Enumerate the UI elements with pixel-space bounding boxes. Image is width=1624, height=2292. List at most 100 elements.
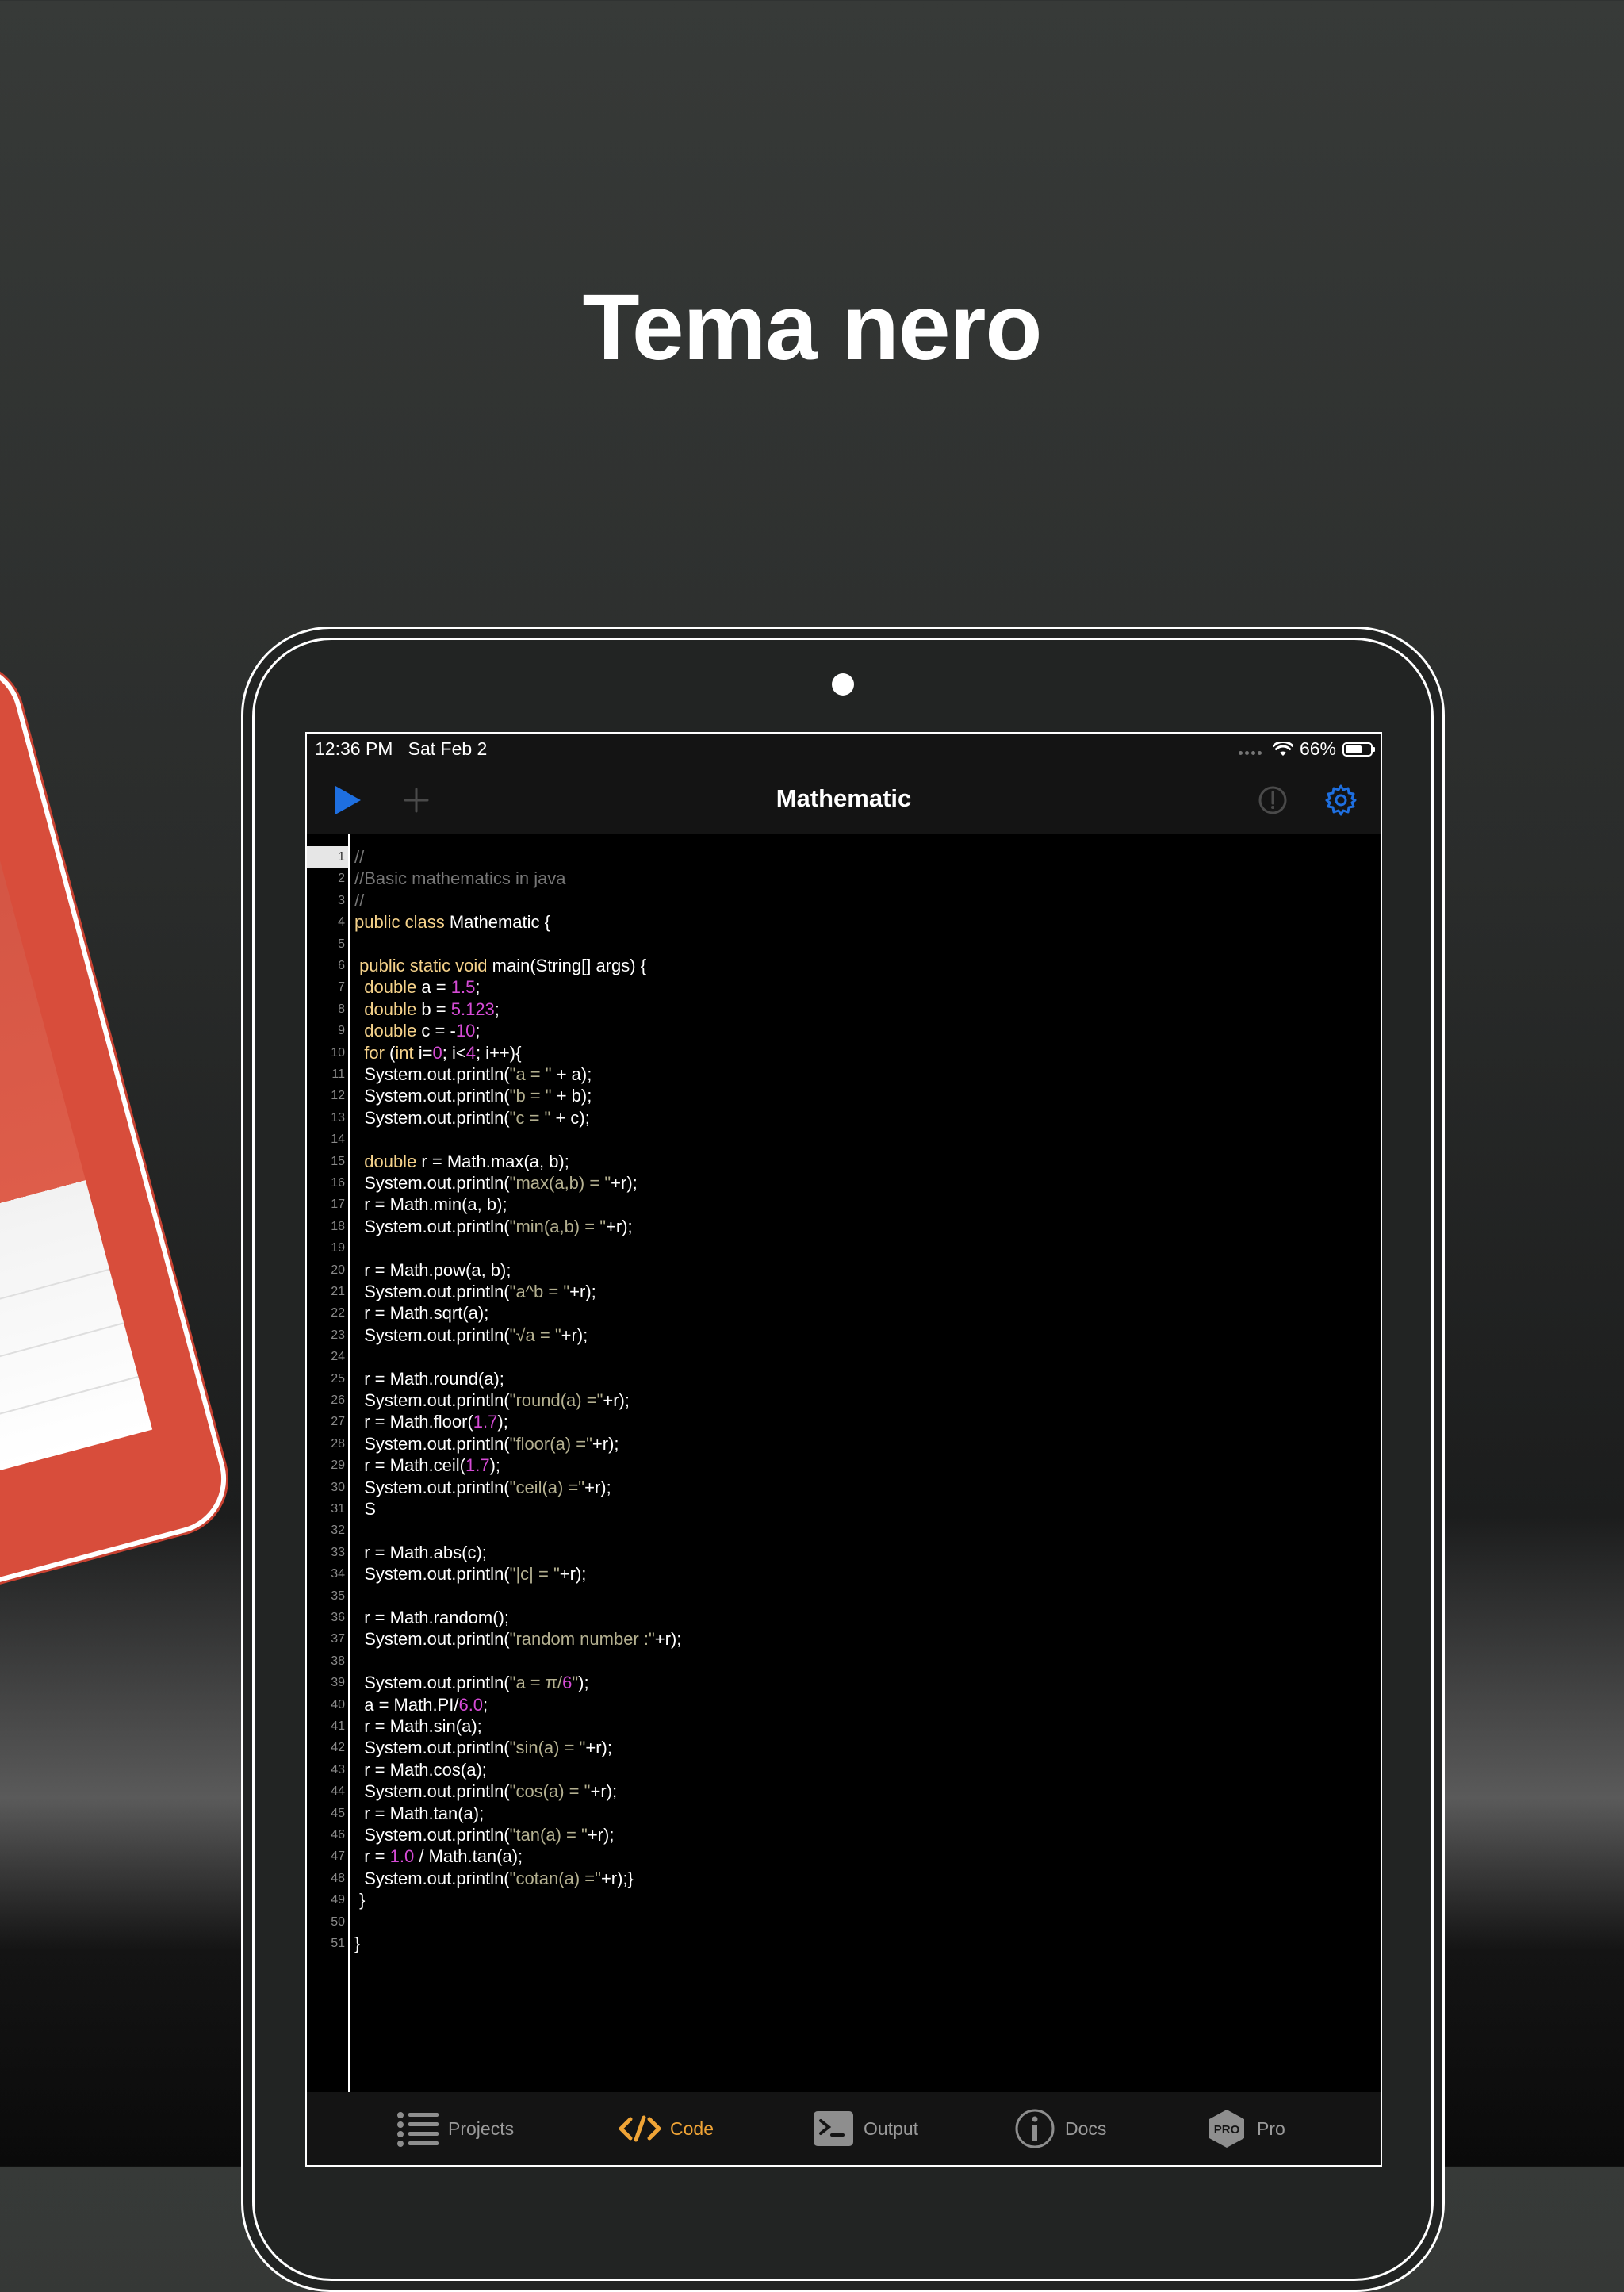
code-line[interactable]: 13 System.out.println("c = " + c); — [331, 1107, 1381, 1129]
code-text: double c = -10; — [364, 1021, 481, 1041]
line-number: 22 — [331, 1306, 345, 1320]
status-date: Sat Feb 2 — [408, 738, 488, 759]
code-line[interactable]: 34 System.out.println("|c| = "+r); — [331, 1563, 1381, 1585]
code-line[interactable]: 14 — [331, 1129, 1381, 1150]
line-number: 49 — [331, 1893, 345, 1907]
code-line[interactable]: 31 S — [331, 1498, 1381, 1520]
code-text: double a = 1.5; — [364, 977, 481, 998]
line-number: 37 — [331, 1632, 345, 1646]
code-line[interactable]: 47 r = 1.0 / Math.tan(a); — [331, 1845, 1381, 1867]
line-number: 11 — [331, 1067, 345, 1081]
app-screen: 12:36 PM Sat Feb 2 66% Mathematic 1 // 2… — [305, 732, 1382, 2167]
project-title: Mathematic — [776, 784, 912, 812]
info-icon — [1015, 2109, 1055, 2148]
code-line[interactable]: 6 public static void main(String[] args)… — [338, 955, 1381, 976]
tab-output[interactable]: Output — [811, 2108, 918, 2149]
code-line[interactable]: 19 — [331, 1237, 1381, 1259]
code-line[interactable]: 33 r = Math.abs(c); — [331, 1542, 1381, 1563]
code-line[interactable]: 42 System.out.println("sin(a) = "+r); — [331, 1737, 1381, 1758]
code-line[interactable]: 15 double r = Math.max(a, b); — [331, 1151, 1381, 1172]
code-line[interactable]: 30 System.out.println("ceil(a) ="+r); — [331, 1477, 1381, 1498]
code-line[interactable]: 3 // — [338, 890, 1381, 911]
code-line[interactable]: 4 public class Mathematic { — [338, 911, 1381, 933]
code-line[interactable]: 2 //Basic mathematics in java — [338, 868, 1381, 889]
code-text: r = Math.pow(a, b); — [354, 1259, 511, 1280]
code-line[interactable]: 12 System.out.println("b = " + b); — [331, 1085, 1381, 1106]
code-line[interactable]: 21 System.out.println("a^b = "+r); — [331, 1281, 1381, 1302]
code-line[interactable]: 16 System.out.println("max(a,b) = "+r); — [331, 1172, 1381, 1194]
code-line[interactable]: 20 r = Math.pow(a, b); — [331, 1259, 1381, 1281]
code-text: System.out.println("c = " + c); — [354, 1107, 590, 1128]
line-number: 16 — [331, 1176, 345, 1190]
code-line[interactable]: 43 r = Math.cos(a); — [331, 1759, 1381, 1780]
code-line[interactable]: 39 System.out.println("a = π/6"); — [331, 1672, 1381, 1693]
code-line[interactable]: 44 System.out.println("cos(a) = "+r); — [331, 1780, 1381, 1802]
wifi-icon — [1272, 741, 1293, 756]
status-bar: 12:36 PM Sat Feb 2 66% — [307, 734, 1381, 765]
code-line[interactable]: 38 — [331, 1650, 1381, 1672]
code-line[interactable]: 18 System.out.println("min(a,b) = "+r); — [331, 1216, 1381, 1237]
settings-gear-icon[interactable] — [1323, 783, 1358, 818]
warning-icon[interactable] — [1255, 783, 1290, 818]
tab-projects[interactable]: Projects — [396, 2108, 514, 2149]
code-line[interactable]: 25 r = Math.round(a); — [331, 1368, 1381, 1389]
code-line[interactable]: 35 — [331, 1585, 1381, 1607]
code-line[interactable]: 50 — [331, 1911, 1381, 1933]
code-line[interactable]: 28 System.out.println("floor(a) ="+r); — [331, 1433, 1381, 1455]
code-line[interactable]: 41 r = Math.sin(a); — [331, 1715, 1381, 1737]
code-line[interactable]: 1 // — [307, 846, 1381, 868]
line-number: 50 — [331, 1914, 345, 1929]
tab-pro[interactable]: PRO Pro — [1205, 2108, 1285, 2149]
line-number: 48 — [331, 1871, 345, 1885]
code-line[interactable]: 24 — [331, 1346, 1381, 1367]
code-line[interactable]: 10 for (int i=0; i<4; i++){ — [331, 1042, 1381, 1064]
tab-docs[interactable]: Docs — [1013, 2108, 1106, 2149]
code-line[interactable]: 11 System.out.println("a = " + a); — [331, 1064, 1381, 1085]
code-line[interactable]: 5 — [338, 933, 1381, 955]
code-line[interactable]: 9 double c = -10; — [338, 1020, 1381, 1041]
code-line[interactable]: 32 — [331, 1520, 1381, 1541]
line-number: 32 — [331, 1524, 345, 1538]
code-line[interactable]: 23 System.out.println("√a = "+r); — [331, 1324, 1381, 1346]
line-number: 10 — [331, 1045, 345, 1060]
code-line[interactable]: 22 r = Math.sqrt(a); — [331, 1302, 1381, 1324]
line-number: 42 — [331, 1741, 345, 1755]
code-line[interactable]: 29 r = Math.ceil(1.7); — [331, 1455, 1381, 1476]
code-text: r = Math.ceil(1.7); — [354, 1455, 501, 1476]
line-number: 7 — [338, 980, 345, 995]
code-line[interactable]: 8 double b = 5.123; — [338, 998, 1381, 1020]
code-line[interactable]: 49 } — [331, 1889, 1381, 1911]
code-line[interactable]: 45 r = Math.tan(a); — [331, 1803, 1381, 1824]
tab-code[interactable]: Code — [618, 2108, 714, 2149]
line-number: 3 — [338, 893, 345, 907]
code-line[interactable]: 40 a = Math.PI/6.0; — [331, 1694, 1381, 1715]
code-line[interactable]: 27 r = Math.floor(1.7); — [331, 1411, 1381, 1432]
code-line[interactable]: 46 System.out.println("tan(a) = "+r); — [331, 1824, 1381, 1845]
code-text: S — [354, 1499, 376, 1519]
line-number: 6 — [338, 959, 345, 972]
code-text: // — [354, 890, 365, 910]
code-line[interactable]: 7 double a = 1.5; — [338, 976, 1381, 998]
code-line[interactable]: 37 System.out.println("random number :"+… — [331, 1628, 1381, 1650]
background-device-screen — [0, 717, 153, 1497]
code-text-area[interactable]: 1 // 2 //Basic mathematics in java 3 // 4 publi… — [307, 834, 1381, 2092]
line-number: 12 — [331, 1089, 345, 1103]
code-line[interactable]: 26 System.out.println("round(a) ="+r); — [331, 1389, 1381, 1411]
code-text: System.out.println("a = π/6"); — [354, 1673, 589, 1693]
line-number: 46 — [331, 1828, 345, 1842]
code-text: r = Math.floor(1.7); — [354, 1412, 508, 1432]
line-number: 51 — [331, 1937, 345, 1950]
code-line[interactable]: 48 System.out.println("cotan(a) ="+r);} — [331, 1868, 1381, 1889]
code-text: // — [354, 847, 365, 867]
code-line[interactable]: 36 r = Math.random(); — [331, 1607, 1381, 1628]
line-number: 21 — [331, 1285, 345, 1298]
code-editor[interactable]: 1 // 2 //Basic mathematics in java 3 // 4 publi… — [307, 834, 1381, 2092]
code-line[interactable]: 51} — [331, 1933, 1381, 1954]
code-text: System.out.println("ceil(a) ="+r); — [354, 1477, 611, 1497]
code-line[interactable]: 17 r = Math.min(a, b); — [331, 1194, 1381, 1215]
code-text: System.out.println("√a = "+r); — [354, 1324, 588, 1345]
tab-label: Projects — [448, 2118, 515, 2139]
code-text: System.out.println("round(a) ="+r); — [354, 1390, 630, 1410]
line-number: 4 — [338, 915, 345, 929]
tab-label: Pro — [1257, 2118, 1285, 2139]
